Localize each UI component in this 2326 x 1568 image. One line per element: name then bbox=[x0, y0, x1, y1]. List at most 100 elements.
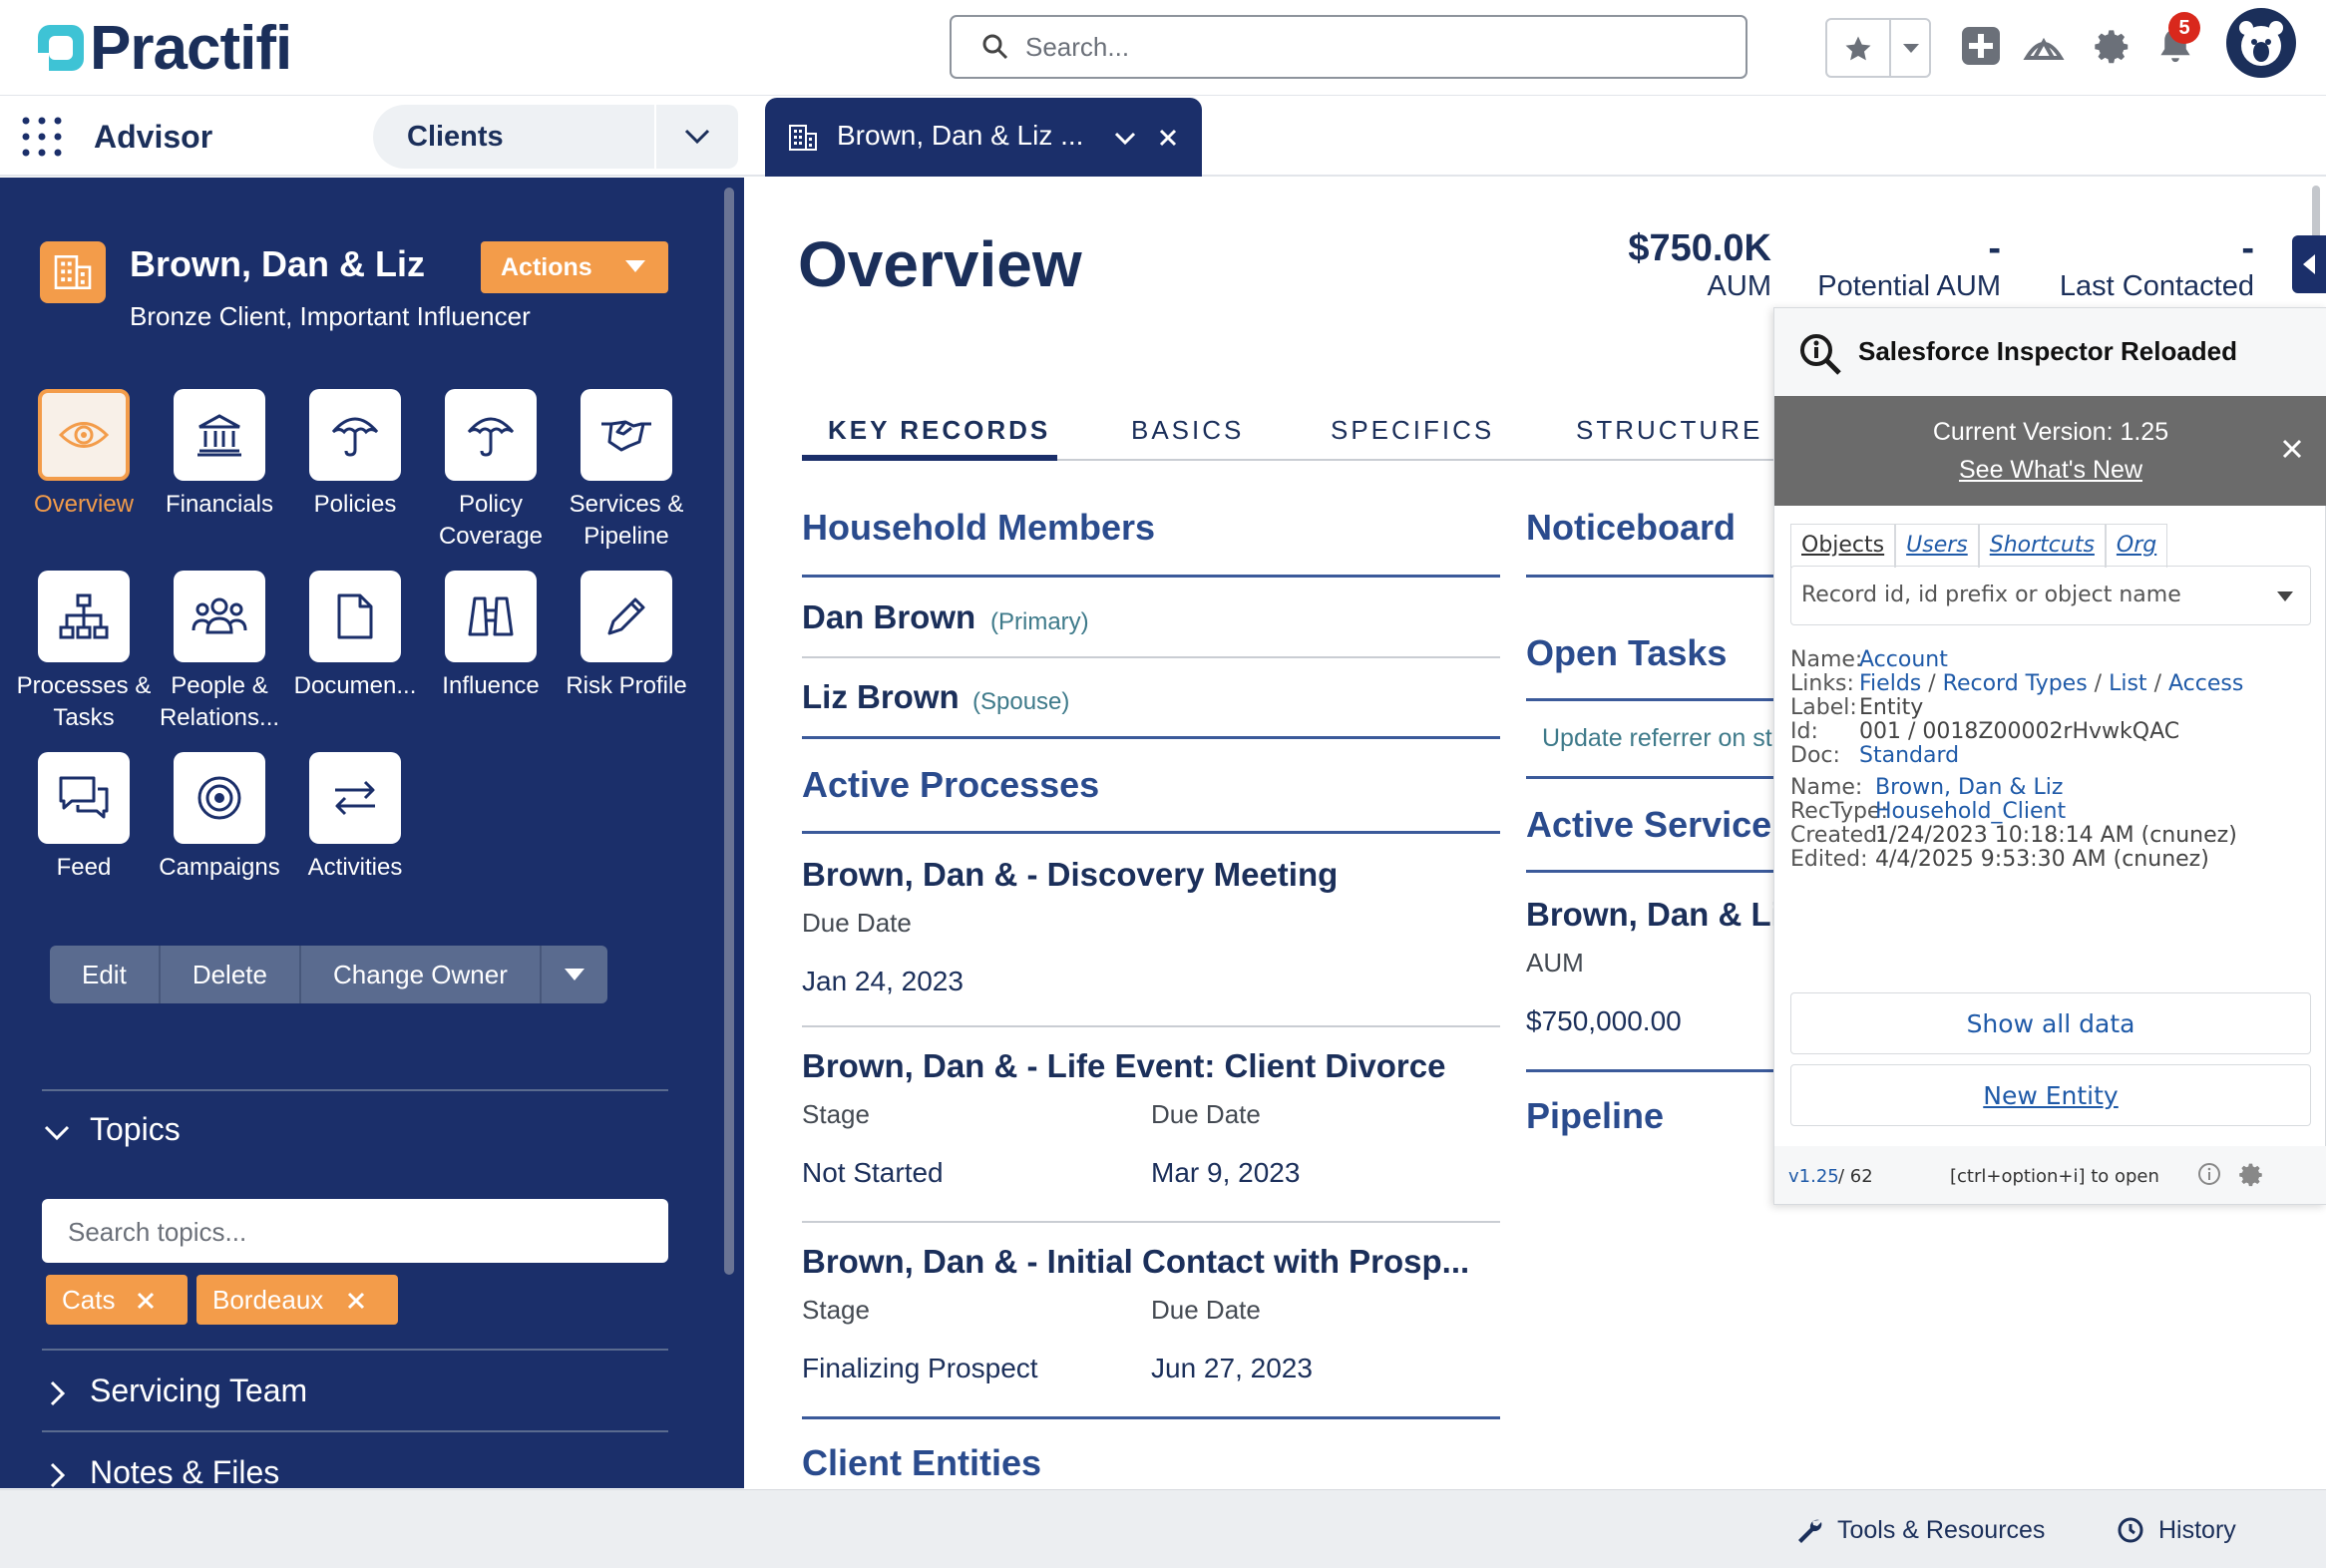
info-row: Doc: Standard bbox=[1790, 743, 1959, 768]
tile-campaigns[interactable] bbox=[174, 752, 265, 844]
process-title[interactable]: Brown, Dan & - Life Event: Client Divorc… bbox=[802, 1047, 1445, 1085]
change-owner-button[interactable]: Change Owner bbox=[301, 946, 542, 1003]
chevron-down-icon[interactable] bbox=[1901, 42, 1921, 56]
add-icon[interactable] bbox=[1961, 26, 2001, 66]
divider bbox=[802, 1025, 1500, 1027]
record-types-link[interactable]: Record Types bbox=[1943, 671, 2088, 696]
servicing-team-heading[interactable]: Servicing Team bbox=[90, 1372, 307, 1409]
tile-people-relations[interactable] bbox=[174, 571, 265, 662]
tile-overview[interactable] bbox=[38, 389, 130, 481]
eye-icon bbox=[59, 422, 109, 448]
tools-resources-button[interactable]: Tools & Resources bbox=[1795, 1510, 2045, 1550]
bank-icon bbox=[197, 414, 241, 457]
tab-shortcuts[interactable]: Shortcuts bbox=[1978, 524, 2106, 568]
inspector-toggle-button[interactable] bbox=[2292, 235, 2326, 293]
rectype-link[interactable]: Household_Client bbox=[1875, 799, 2066, 824]
new-entity-button[interactable]: New Entity bbox=[1790, 1064, 2311, 1126]
document-icon bbox=[337, 593, 373, 639]
tile-influence[interactable] bbox=[445, 571, 537, 662]
caret-down-icon bbox=[564, 969, 584, 980]
trailhead-icon[interactable] bbox=[2023, 28, 2065, 64]
delete-button[interactable]: Delete bbox=[161, 946, 301, 1003]
edit-button[interactable]: Edit bbox=[50, 946, 161, 1003]
chevron-down-icon[interactable] bbox=[44, 1125, 70, 1141]
close-icon[interactable] bbox=[1158, 128, 1178, 148]
service-title[interactable]: Brown, Dan & Li bbox=[1526, 896, 1780, 934]
tile-risk-profile[interactable] bbox=[581, 571, 672, 662]
list-link[interactable]: List bbox=[2109, 671, 2146, 696]
page-title: Overview bbox=[798, 228, 1082, 300]
building-icon bbox=[789, 125, 817, 151]
tab-key-records[interactable]: KEY RECORDS bbox=[828, 415, 1050, 446]
access-link[interactable]: Access bbox=[2168, 671, 2243, 696]
chevron-right-icon[interactable] bbox=[50, 1380, 66, 1406]
more-actions-button[interactable] bbox=[542, 946, 607, 1003]
object-selector[interactable]: Clients bbox=[373, 105, 738, 169]
tab-org[interactable]: Org bbox=[2105, 524, 2168, 568]
object-selector-label: Clients bbox=[407, 121, 504, 153]
app-launcher-icon[interactable] bbox=[22, 117, 62, 157]
object-name-link[interactable]: Account bbox=[1859, 647, 1948, 672]
favorites-button[interactable] bbox=[1825, 18, 1931, 78]
divider bbox=[1526, 575, 1785, 578]
scrollbar[interactable] bbox=[724, 188, 734, 1275]
chevron-right-icon[interactable] bbox=[50, 1462, 66, 1488]
tab-specifics[interactable]: SPECIFICS bbox=[1331, 415, 1494, 446]
user-avatar[interactable] bbox=[2226, 8, 2296, 78]
notes-files-heading[interactable]: Notes & Files bbox=[90, 1454, 279, 1488]
tile-policy-coverage[interactable] bbox=[445, 389, 537, 481]
chevron-down-icon[interactable] bbox=[684, 129, 710, 145]
tab-objects[interactable]: Objects bbox=[1790, 524, 1896, 568]
gear-icon[interactable] bbox=[2095, 28, 2132, 66]
version-link[interactable]: v1.25 bbox=[1788, 1166, 1839, 1187]
member-name[interactable]: Liz Brown bbox=[802, 678, 960, 716]
actions-button[interactable]: Actions bbox=[481, 241, 668, 293]
topics-heading[interactable]: Topics bbox=[90, 1111, 181, 1148]
record-tab[interactable]: Brown, Dan & Liz ... bbox=[765, 98, 1202, 177]
tile-financials[interactable] bbox=[174, 389, 265, 481]
salesforce-inspector-panel: Salesforce Inspector Reloaded Current Ve… bbox=[1773, 307, 2326, 1205]
practifi-logo[interactable]: Practifi bbox=[36, 14, 292, 83]
tile-feed[interactable] bbox=[38, 752, 130, 844]
tile-services-pipeline[interactable] bbox=[581, 389, 672, 481]
tile-policies[interactable] bbox=[309, 389, 401, 481]
caret-down-icon[interactable] bbox=[2276, 590, 2294, 602]
topic-chip[interactable]: Cats bbox=[46, 1275, 188, 1325]
record-name-link[interactable]: Brown, Dan & Liz bbox=[1875, 775, 2063, 800]
show-all-data-button[interactable]: Show all data bbox=[1790, 992, 2311, 1054]
close-icon[interactable] bbox=[2281, 438, 2303, 460]
close-icon[interactable] bbox=[136, 1291, 156, 1311]
member-name[interactable]: Dan Brown bbox=[802, 598, 975, 636]
process-title[interactable]: Brown, Dan & - Discovery Meeting bbox=[802, 856, 1338, 894]
tab-structure[interactable]: STRUCTURE bbox=[1576, 415, 1762, 446]
tile-activities[interactable] bbox=[309, 752, 401, 844]
topics-search-input[interactable]: Search topics... bbox=[42, 1199, 668, 1263]
fields-link[interactable]: Fields bbox=[1859, 671, 1921, 696]
version-text: Current Version: 1.25 bbox=[1932, 418, 2169, 446]
close-icon[interactable] bbox=[346, 1291, 366, 1311]
arrows-icon bbox=[335, 780, 375, 816]
record-icon bbox=[40, 241, 106, 303]
kpi-potential-aum: - Potential AUM bbox=[1791, 227, 2001, 303]
history-button[interactable]: History bbox=[2117, 1510, 2236, 1550]
tile-label: People & Relations... bbox=[159, 672, 280, 731]
tile-documents[interactable] bbox=[309, 571, 401, 662]
tab-basics[interactable]: BASICS bbox=[1131, 415, 1244, 446]
notifications-button[interactable]: 5 bbox=[2152, 10, 2212, 70]
tile-processes-tasks[interactable] bbox=[38, 571, 130, 662]
doc-link[interactable]: Standard bbox=[1859, 743, 1959, 768]
open-task-item[interactable]: Update referrer on st bbox=[1542, 724, 1772, 753]
field-label: AUM bbox=[1526, 948, 1584, 978]
gear-icon[interactable] bbox=[2239, 1162, 2265, 1188]
global-search-input[interactable]: Search... bbox=[950, 15, 1747, 79]
chevron-down-icon[interactable] bbox=[1114, 132, 1136, 146]
topic-chip[interactable]: Bordeaux bbox=[196, 1275, 398, 1325]
household-members-heading: Household Members bbox=[802, 507, 1156, 548]
whats-new-link[interactable]: See What's New bbox=[1774, 456, 2326, 485]
info-icon[interactable] bbox=[2197, 1162, 2221, 1186]
object-search-input[interactable]: Record id, id prefix or object name bbox=[1790, 566, 2311, 625]
api-count: / 62 bbox=[1838, 1166, 1873, 1187]
tab-users[interactable]: Users bbox=[1895, 524, 1979, 568]
process-title[interactable]: Brown, Dan & - Initial Contact with Pros… bbox=[802, 1243, 1469, 1281]
tile-label: Risk Profile bbox=[566, 672, 687, 699]
